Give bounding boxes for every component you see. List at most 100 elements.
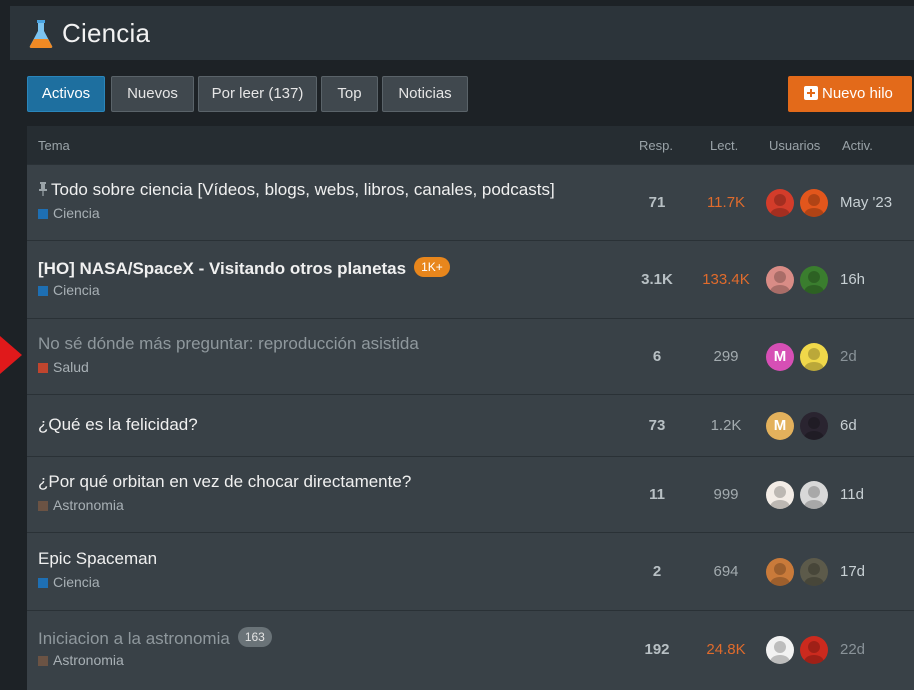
topic-row[interactable]: Todo sobre ciencia [Vídeos, blogs, webs,… <box>27 164 914 240</box>
views-count: 133.4K <box>702 271 750 288</box>
category-link[interactable]: Ciencia <box>38 282 100 298</box>
topic-title[interactable]: Epic Spaceman <box>38 549 157 568</box>
arrow-pointer-icon <box>0 336 22 374</box>
plus-icon <box>804 86 818 100</box>
replies-count[interactable]: 6 <box>627 348 687 365</box>
replies-count[interactable]: 71 <box>627 194 687 211</box>
category-name[interactable]: Ciencia <box>53 205 100 221</box>
last-activity[interactable]: 6d <box>840 417 857 434</box>
tab-top[interactable]: Top <box>321 76 378 112</box>
views-count: 694 <box>713 563 739 580</box>
user-avatar[interactable] <box>800 481 828 509</box>
topic-row[interactable]: [HO] NASA/SpaceX - Visitando otros plane… <box>27 240 914 318</box>
new-topic-button[interactable]: Nuevo hilo <box>788 76 912 112</box>
avatar-image <box>804 563 824 586</box>
tab-noticias[interactable]: Noticias <box>382 76 468 112</box>
topic-title-link[interactable]: [HO] NASA/SpaceX - Visitando otros plane… <box>38 257 450 279</box>
replies-count[interactable]: 3.1K <box>627 271 687 288</box>
user-avatar[interactable]: M <box>766 412 794 440</box>
user-avatar[interactable] <box>800 636 828 664</box>
avatar-image <box>804 486 824 509</box>
topic-title-link[interactable]: No sé dónde más preguntar: reproducción … <box>38 334 419 354</box>
last-activity[interactable]: 11d <box>840 486 864 503</box>
header-views[interactable]: Lect. <box>710 138 738 153</box>
category-color-square <box>38 363 48 373</box>
topic-title[interactable]: [HO] NASA/SpaceX - Visitando otros plane… <box>38 259 406 278</box>
user-avatar[interactable] <box>800 412 828 440</box>
user-avatar[interactable] <box>766 636 794 664</box>
avatar-letter: M <box>773 417 787 434</box>
topic-list-header: Tema Resp. Lect. Usuarios Activ. <box>27 126 914 164</box>
topic-title[interactable]: ¿Qué es la felicidad? <box>38 415 198 434</box>
topic-title[interactable]: ¿Por qué orbitan en vez de chocar direct… <box>38 472 411 491</box>
avatar-image <box>770 641 790 664</box>
last-activity[interactable]: May '23 <box>840 194 892 211</box>
header-topic[interactable]: Tema <box>38 138 70 153</box>
page-title: Ciencia <box>62 18 151 48</box>
last-activity[interactable]: 2d <box>840 348 857 365</box>
last-activity[interactable]: 22d <box>840 641 865 658</box>
replies-count[interactable]: 73 <box>627 417 687 434</box>
category-link[interactable]: Ciencia <box>38 574 100 590</box>
replies-count[interactable]: 192 <box>627 641 687 658</box>
user-avatar[interactable] <box>766 558 794 586</box>
user-avatar[interactable] <box>766 266 794 294</box>
header-replies[interactable]: Resp. <box>639 138 673 153</box>
topic-title-link[interactable]: ¿Qué es la felicidad? <box>38 415 198 435</box>
user-avatar[interactable] <box>800 266 828 294</box>
topic-list: Tema Resp. Lect. Usuarios Activ. Todo so… <box>27 126 914 690</box>
topic-row[interactable]: Iniciacion a la astronomia 163 Astronomia 1… <box>27 610 914 688</box>
views-count: 1.2K <box>710 417 742 434</box>
last-activity[interactable]: 16h <box>840 271 865 288</box>
user-avatar[interactable]: M <box>766 343 794 371</box>
category-link[interactable]: Salud <box>38 359 89 375</box>
avatar-image <box>804 348 824 371</box>
topic-row[interactable]: ¿Por qué orbitan en vez de chocar direct… <box>27 456 914 532</box>
unread-count-badge[interactable]: 163 <box>237 627 272 647</box>
topic-title-link[interactable]: Todo sobre ciencia [Vídeos, blogs, webs,… <box>38 180 555 200</box>
category-link[interactable]: Astronomia <box>38 497 124 513</box>
category-color-square <box>38 209 48 219</box>
topic-title[interactable]: No sé dónde más preguntar: reproducción … <box>38 334 419 353</box>
unread-count-badge[interactable]: 1K+ <box>414 257 450 277</box>
tab-por-leer[interactable]: Por leer (137) <box>198 76 317 112</box>
topic-row[interactable]: ¿Qué es la felicidad? 73 1.2K M 6d <box>27 394 914 456</box>
avatar-image <box>770 563 790 586</box>
views-count: 11.7K <box>706 194 746 211</box>
topic-title-link[interactable]: Epic Spaceman <box>38 549 157 569</box>
user-avatar[interactable] <box>800 343 828 371</box>
category-link[interactable]: Ciencia <box>38 205 100 221</box>
user-avatar[interactable] <box>800 558 828 586</box>
category-name[interactable]: Ciencia <box>53 282 100 298</box>
topic-title[interactable]: Iniciacion a la astronomia <box>38 629 230 648</box>
avatar-image <box>804 194 824 217</box>
category-color-square <box>38 286 48 296</box>
avatar-letter: M <box>773 348 787 365</box>
category-name[interactable]: Astronomia <box>53 497 124 513</box>
header-activity[interactable]: Activ. <box>842 138 873 153</box>
topic-title[interactable]: Todo sobre ciencia [Vídeos, blogs, webs,… <box>51 180 555 199</box>
tab-activos[interactable]: Activos <box>27 76 105 112</box>
category-header: Ciencia <box>10 6 914 60</box>
views-count: 299 <box>713 348 739 365</box>
category-link[interactable]: Astronomia <box>38 652 124 668</box>
pin-icon <box>39 182 47 196</box>
category-color-square <box>38 501 48 511</box>
category-name[interactable]: Astronomia <box>53 652 124 668</box>
avatar-image <box>804 641 824 664</box>
replies-count[interactable]: 11 <box>627 486 687 503</box>
category-name[interactable]: Salud <box>53 359 89 375</box>
replies-count[interactable]: 2 <box>627 563 687 580</box>
category-color-square <box>38 656 48 666</box>
topic-row[interactable]: Epic Spaceman Ciencia 2 694 17d <box>27 532 914 610</box>
topic-title-link[interactable]: Iniciacion a la astronomia 163 <box>38 627 272 649</box>
user-avatar[interactable] <box>766 189 794 217</box>
category-name[interactable]: Ciencia <box>53 574 100 590</box>
tab-nuevos[interactable]: Nuevos <box>111 76 194 112</box>
user-avatar[interactable] <box>800 189 828 217</box>
last-activity[interactable]: 17d <box>840 563 865 580</box>
topic-row[interactable]: No sé dónde más preguntar: reproducción … <box>27 318 914 394</box>
avatar-image <box>770 271 790 294</box>
user-avatar[interactable] <box>766 481 794 509</box>
topic-title-link[interactable]: ¿Por qué orbitan en vez de chocar direct… <box>38 472 411 492</box>
